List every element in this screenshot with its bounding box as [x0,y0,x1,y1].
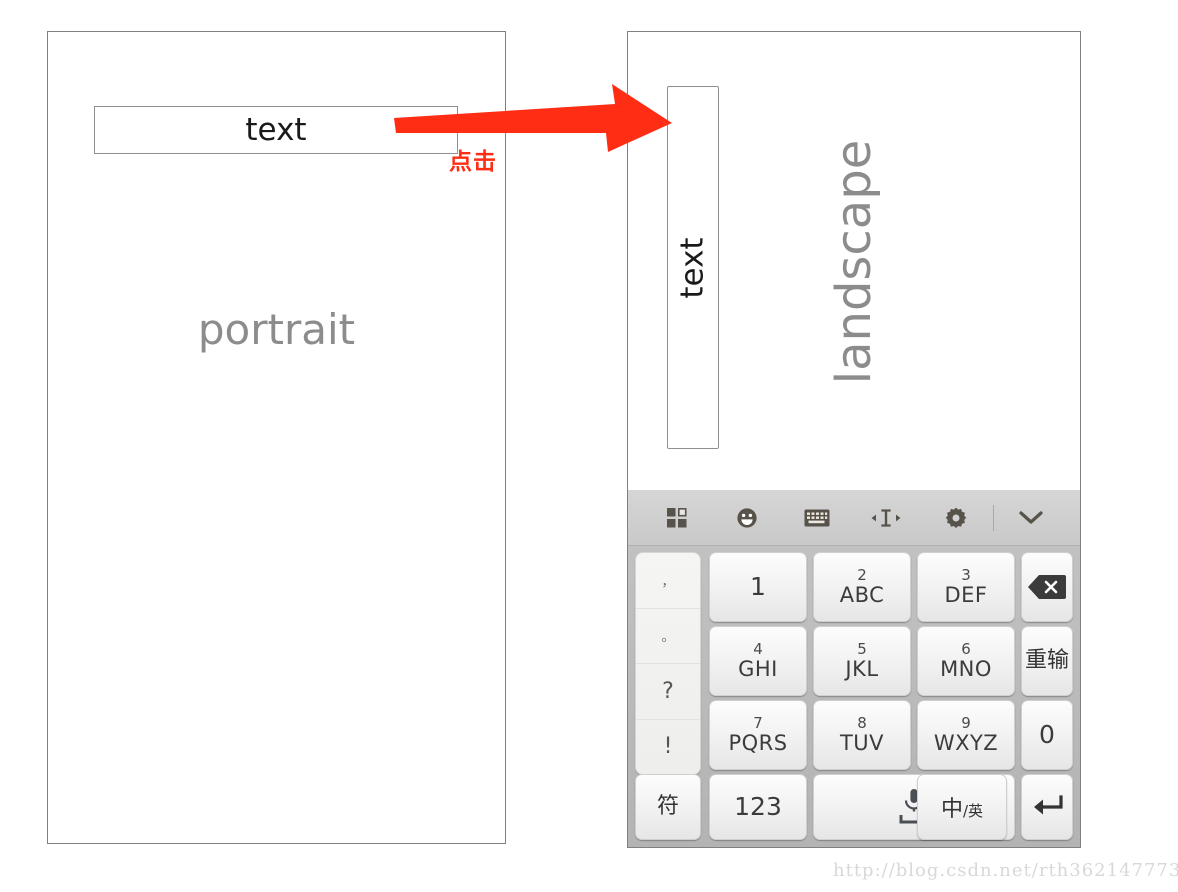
key-1[interactable]: 1 [709,552,807,622]
key-0[interactable]: 0 [1021,700,1073,770]
punctuation-key-column[interactable]: ， 。 ? ! [635,552,701,775]
key-8-letters: TUV [839,731,885,755]
key-123-label: 123 [734,792,782,821]
key-reinput-label: 重输 [1024,648,1069,673]
key-2[interactable]: 2 ABC [813,552,911,622]
gear-icon[interactable] [921,490,991,545]
emoji-smiley-icon[interactable] [712,490,782,545]
key-1-digit: 1 [750,572,766,601]
key-9-letters: WXYZ [933,731,999,755]
key-5[interactable]: 5 JKL [813,626,911,696]
key-lang-toggle-label: 中/英 [941,791,983,823]
key-6[interactable]: 6 MNO [917,626,1015,696]
key-123[interactable]: 123 [709,774,807,840]
key-lang-en: 英 [968,802,984,820]
virtual-keyboard: ， 。 ? ! 1 2 ABC 3 DEF 4 GHI 5 JKL 6 MNO … [628,490,1080,847]
click-annotation-label: 点击 [449,149,497,175]
key-4-digit: 4 [753,640,763,658]
portrait-orientation-label: portrait [197,305,356,354]
key-lang-cn: 中 [940,797,963,822]
key-enter[interactable] [1021,774,1073,840]
key-reinput[interactable]: 重输 [1021,626,1073,696]
landscape-orientation-label: landscape [824,112,884,412]
key-7[interactable]: 7 PQRS [709,700,807,770]
apps-grid-icon[interactable] [642,490,712,545]
key-backspace[interactable] [1021,552,1073,622]
key-2-letters: ABC [839,583,885,607]
landscape-text-input[interactable]: text [667,86,719,449]
portrait-text-input[interactable]: text [94,106,458,154]
keyboard-toolbar [628,490,1080,546]
key-exclamation[interactable]: ! [636,720,700,775]
portrait-phone-frame: text portrait [47,31,506,844]
chevron-down-icon[interactable] [996,490,1066,545]
portrait-text-input-value: text [245,112,307,148]
keyboard-key-area: ， 。 ? ! 1 2 ABC 3 DEF 4 GHI 5 JKL 6 MNO … [628,546,1080,847]
backspace-icon [1028,575,1066,599]
key-4[interactable]: 4 GHI [709,626,807,696]
key-8-digit: 8 [857,714,867,732]
key-5-digit: 5 [857,640,867,658]
landscape-phone-frame: text landscape ， 。 ? ! 1 2 ABC 3 DEF 4 G… [627,31,1081,848]
key-9[interactable]: 9 WXYZ [917,700,1015,770]
toolbar-divider [993,504,995,531]
key-5-letters: JKL [845,657,879,681]
key-lang-toggle[interactable]: 中/英 [917,774,1007,840]
key-3-digit: 3 [961,566,971,584]
key-6-digit: 6 [961,640,971,658]
key-7-digit: 7 [753,714,763,732]
key-6-letters: MNO [940,657,992,681]
key-3-letters: DEF [944,583,988,607]
keyboard-icon[interactable] [782,490,852,545]
key-question[interactable]: ? [636,664,700,720]
key-comma[interactable]: ， [636,553,700,609]
key-symbol-label: 符 [656,794,679,819]
key-period[interactable]: 。 [636,609,700,664]
cursor-move-icon[interactable] [851,490,921,545]
key-3[interactable]: 3 DEF [917,552,1015,622]
key-0-digit: 0 [1039,720,1055,749]
watermark-url: http://blog.csdn.net/rth362147773 [833,860,1178,881]
landscape-text-input-value: text [675,236,711,299]
key-7-letters: PQRS [728,731,788,755]
key-symbol[interactable]: 符 [635,774,701,840]
key-4-letters: GHI [738,657,778,681]
enter-icon [1034,795,1063,815]
key-8[interactable]: 8 TUV [813,700,911,770]
key-9-digit: 9 [961,714,971,732]
landscape-screen-area: text landscape [628,32,1080,490]
landscape-orientation-label-text: landscape [826,139,883,385]
key-2-digit: 2 [857,566,867,584]
